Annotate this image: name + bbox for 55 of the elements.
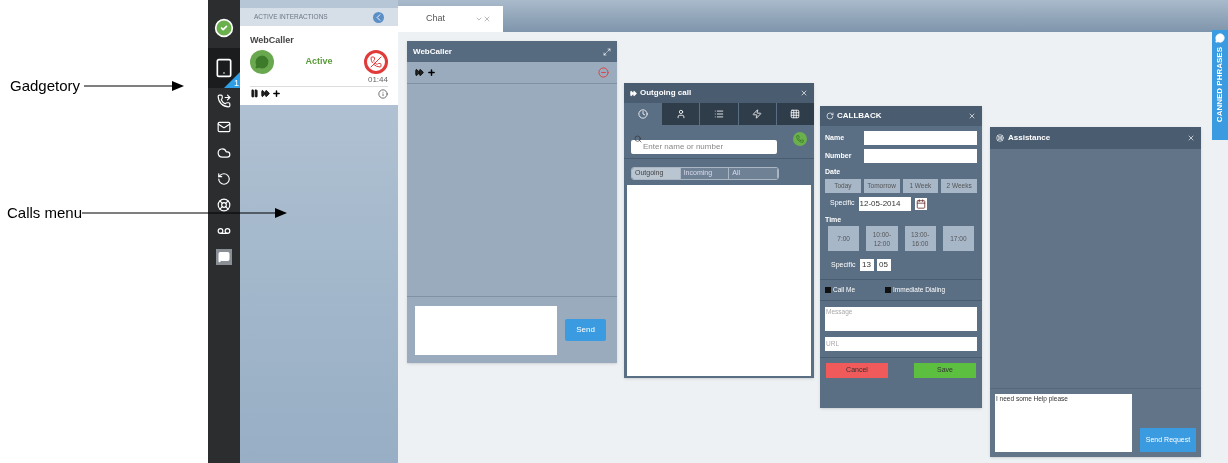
minute-field[interactable]: 05	[876, 259, 891, 271]
close-icon[interactable]	[800, 89, 808, 97]
lifebuoy-icon	[996, 134, 1004, 142]
call-controls-icon[interactable]	[415, 68, 436, 77]
text-field[interactable]	[864, 149, 977, 163]
mail-icon	[217, 120, 231, 134]
chat-tab[interactable]: Chat	[398, 6, 503, 32]
hour-field[interactable]: 13	[859, 259, 874, 271]
window-title: WebCaller	[413, 45, 452, 58]
annotation-label: Calls menu	[7, 203, 83, 223]
close-icon[interactable]	[968, 112, 976, 120]
status-label: Active	[305, 54, 333, 68]
user-icon	[675, 109, 686, 119]
search-icon	[634, 135, 642, 143]
check-icon	[214, 18, 234, 38]
window-title: Assistance	[996, 132, 1051, 144]
chat-icon	[250, 49, 274, 74]
checkbox[interactable]	[885, 286, 892, 293]
date-field[interactable]: 12-05-2014	[858, 196, 911, 211]
video-icon	[216, 249, 232, 265]
canned-phrases-tab[interactable]: CANNED PHRASES	[1212, 30, 1228, 140]
checkbox[interactable]	[825, 286, 831, 293]
expand-icon[interactable]	[603, 47, 611, 56]
list-tab[interactable]	[699, 103, 738, 125]
call-timer: 01:44	[367, 73, 388, 86]
search-field[interactable]: Enter name or number	[631, 139, 778, 154]
history-icon	[217, 172, 231, 186]
lifebuoy-icon	[217, 198, 231, 212]
close-icon[interactable]	[1187, 134, 1195, 142]
annotation-label: Gadgetory	[10, 76, 81, 96]
cloud-icon	[217, 146, 231, 160]
message-input[interactable]	[415, 305, 557, 355]
list-icon	[714, 109, 724, 119]
caller-name: WebCaller	[250, 34, 295, 47]
text-field[interactable]	[864, 131, 977, 145]
collapse-icon[interactable]	[373, 11, 384, 23]
bolt-icon	[752, 109, 763, 119]
phone-icon	[217, 94, 231, 108]
call-controls-icon[interactable]	[250, 89, 281, 98]
device-icon	[214, 58, 234, 78]
window-title: Outgoing call	[630, 87, 692, 99]
forward-icon	[630, 89, 637, 97]
calendar-icon[interactable]	[914, 197, 927, 210]
info-icon[interactable]	[378, 88, 388, 99]
tab-menu-icon	[475, 15, 491, 23]
bolt-tab[interactable]	[737, 103, 776, 125]
interaction-card[interactable]: WebCaller Active 01:44	[240, 26, 398, 105]
window-title: CALLBACK	[826, 110, 882, 122]
grid-icon	[790, 109, 801, 119]
device-tab[interactable]: 1	[208, 48, 240, 88]
send-button[interactable]: Send	[565, 319, 606, 341]
grid-tab[interactable]	[775, 103, 814, 125]
clock-icon	[637, 109, 648, 119]
speech-icon	[1215, 33, 1225, 43]
user-tab[interactable]	[661, 103, 700, 125]
